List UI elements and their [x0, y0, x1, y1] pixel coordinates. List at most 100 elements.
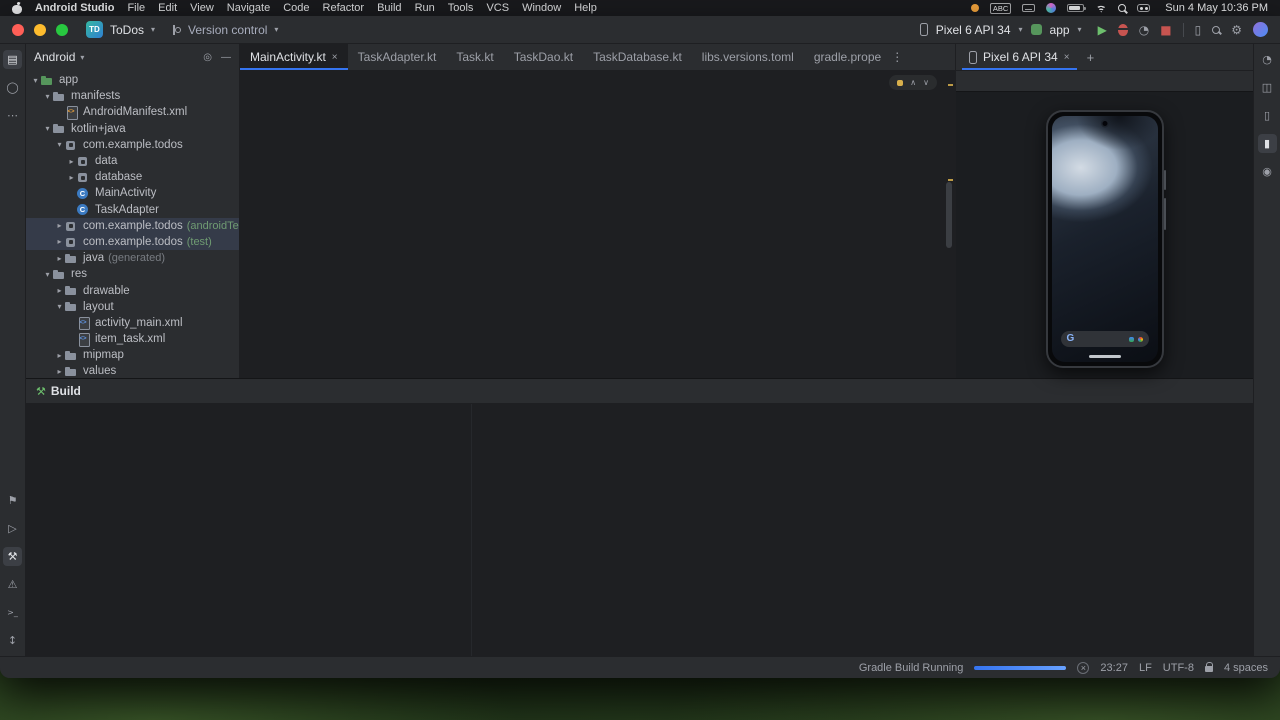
apple-menu-icon[interactable]: [12, 2, 22, 14]
user-avatar[interactable]: [1253, 22, 1268, 37]
build-tool-icon[interactable]: ⚒: [3, 547, 22, 566]
menu-vcs[interactable]: VCS: [486, 2, 509, 14]
tab-taskdatabase-kt[interactable]: TaskDatabase.kt: [583, 44, 692, 70]
chevron-down-icon[interactable]: ▾: [54, 302, 65, 311]
tree-item-app[interactable]: ▾ app: [26, 72, 239, 88]
lens-icon[interactable]: [1137, 336, 1143, 342]
chevron-down-icon[interactable]: ▾: [30, 76, 41, 85]
tree-item-mainactivity[interactable]: MainActivity: [26, 185, 239, 201]
tree-item-database[interactable]: ▸ database: [26, 169, 239, 185]
settings-button[interactable]: ⚙: [1231, 24, 1242, 36]
chevron-right-icon[interactable]: ▸: [54, 286, 65, 295]
tree-item-item-task-xml[interactable]: item_task.xml: [26, 331, 239, 347]
code-editor[interactable]: ∧ ∨: [240, 70, 955, 378]
running-devices-icon[interactable]: ▮: [1257, 134, 1277, 153]
close-icon[interactable]: ×: [332, 52, 338, 63]
tree-item-com-example-todos-androidtest[interactable]: ▸com.example.todos(androidTest): [26, 217, 239, 234]
menu-tools[interactable]: Tools: [448, 2, 474, 14]
line-separator[interactable]: LF: [1139, 662, 1152, 674]
chevron-right-icon[interactable]: ▸: [54, 221, 65, 230]
tree-item-androidmanifest-xml[interactable]: AndroidManifest.xml: [26, 104, 239, 120]
tab-mainactivity-kt[interactable]: MainActivity.kt ×: [240, 44, 348, 70]
fullscreen-window-button[interactable]: [56, 23, 68, 36]
terminal-icon[interactable]: >_: [3, 603, 22, 622]
file-encoding[interactable]: UTF-8: [1163, 662, 1194, 674]
menu-edit[interactable]: Edit: [158, 2, 177, 14]
bookmarks-icon[interactable]: ⚑: [3, 491, 22, 510]
input-source-icon[interactable]: ABC: [989, 2, 1012, 14]
debug-button[interactable]: [1117, 23, 1128, 36]
device-manager-icon[interactable]: ▯: [1258, 106, 1277, 125]
menubar-clock[interactable]: Sun 4 May 10:36 PM: [1165, 2, 1268, 14]
menu-help[interactable]: Help: [574, 2, 597, 14]
chevron-right-icon[interactable]: ▸: [66, 173, 77, 182]
keyboard-icon[interactable]: [1022, 4, 1036, 12]
hide-panel-icon[interactable]: —: [221, 52, 231, 63]
emulator-phone[interactable]: G: [1045, 110, 1166, 368]
chevron-right-icon[interactable]: ▸: [54, 237, 65, 246]
commit-icon[interactable]: ◯: [3, 78, 22, 97]
screen-recording-icon[interactable]: [970, 4, 979, 12]
close-icon[interactable]: ×: [1064, 52, 1070, 63]
menu-navigate[interactable]: Navigate: [227, 2, 270, 14]
stop-button[interactable]: ■: [1160, 24, 1171, 36]
inspections-widget[interactable]: ∧ ∨: [889, 75, 937, 90]
chevron-right-icon[interactable]: ▸: [54, 351, 65, 360]
tree-item-kotlin-java[interactable]: ▾ kotlin+java: [26, 121, 239, 137]
device-mirroring-button[interactable]: ▯: [1195, 24, 1202, 36]
menu-file[interactable]: File: [127, 2, 145, 14]
chevron-right-icon[interactable]: ▸: [54, 254, 65, 263]
chevron-down-icon[interactable]: ▾: [42, 92, 53, 101]
run-config-selector[interactable]: app: [1050, 23, 1070, 37]
minimize-window-button[interactable]: [34, 23, 46, 36]
tree-item-data[interactable]: ▸ data: [26, 153, 239, 169]
tree-item-com-example-todos[interactable]: ▾ com.example.todos: [26, 137, 239, 153]
tree-item-com-example-todos-test[interactable]: ▸ com.example.todos (test): [26, 233, 239, 251]
profiler-button[interactable]: ◔: [1139, 24, 1149, 36]
menu-window[interactable]: Window: [522, 2, 561, 14]
tree-item-layout[interactable]: ▾ layout: [26, 299, 239, 315]
warning-stripe-mark[interactable]: [948, 179, 953, 181]
battery-icon[interactable]: [1067, 4, 1087, 12]
close-window-button[interactable]: [12, 23, 24, 36]
tree-item-drawable[interactable]: ▸ drawable: [26, 282, 239, 298]
phone-screen[interactable]: G: [1051, 116, 1158, 362]
build-console[interactable]: [472, 404, 1229, 656]
version-control-tool-icon[interactable]: ↕: [3, 631, 22, 650]
project-selector[interactable]: ToDos: [110, 23, 144, 37]
chevron-down-icon[interactable]: ▾: [42, 270, 53, 279]
notifications-icon[interactable]: ◔: [1258, 50, 1277, 69]
device-selector[interactable]: Pixel 6 API 34: [936, 23, 1011, 37]
project-view-selector[interactable]: Android: [34, 50, 75, 64]
tree-item-manifests[interactable]: ▾ manifests: [26, 88, 239, 104]
menu-code[interactable]: Code: [283, 2, 309, 14]
menu-build[interactable]: Build: [377, 2, 401, 14]
warning-stripe-mark[interactable]: [948, 84, 953, 86]
device-tab[interactable]: Pixel 6 API 34 ×: [962, 44, 1077, 70]
menubar-app-name[interactable]: Android Studio: [35, 2, 114, 14]
siri-icon[interactable]: [1046, 3, 1057, 13]
chevron-down-icon[interactable]: ▾: [42, 124, 53, 133]
tab-libs-versions-toml[interactable]: libs.versions.toml: [692, 44, 804, 70]
project-icon[interactable]: ▤: [3, 50, 22, 69]
mic-icon[interactable]: [1128, 336, 1134, 342]
tab-list-icon[interactable]: ⋮: [891, 50, 903, 64]
spotlight-icon[interactable]: [1118, 4, 1127, 12]
tree-item-java-generated[interactable]: ▸ java (generated): [26, 250, 239, 266]
wifi-icon[interactable]: [1095, 3, 1108, 13]
app-inspection-icon[interactable]: ◉: [1258, 162, 1277, 181]
problems-icon[interactable]: ⚠: [3, 575, 22, 594]
control-center-icon[interactable]: [1137, 4, 1151, 12]
google-search-bar[interactable]: G: [1060, 331, 1149, 347]
cancel-build-button[interactable]: ×: [1077, 661, 1090, 674]
gradle-icon[interactable]: ◫: [1258, 78, 1277, 97]
editor-scrollbar[interactable]: [946, 182, 952, 248]
chevron-right-icon[interactable]: ▸: [66, 157, 77, 166]
tree-item-taskadapter[interactable]: TaskAdapter: [26, 202, 239, 218]
tree-item-values[interactable]: ▸ values: [26, 363, 239, 378]
tab-taskadapter-kt[interactable]: TaskAdapter.kt: [348, 44, 447, 70]
indent-style[interactable]: 4 spaces: [1224, 662, 1268, 674]
locate-file-icon[interactable]: ◎: [203, 52, 212, 63]
more-tool-windows-icon[interactable]: ⋯: [3, 106, 22, 125]
lock-icon[interactable]: [1204, 662, 1214, 672]
